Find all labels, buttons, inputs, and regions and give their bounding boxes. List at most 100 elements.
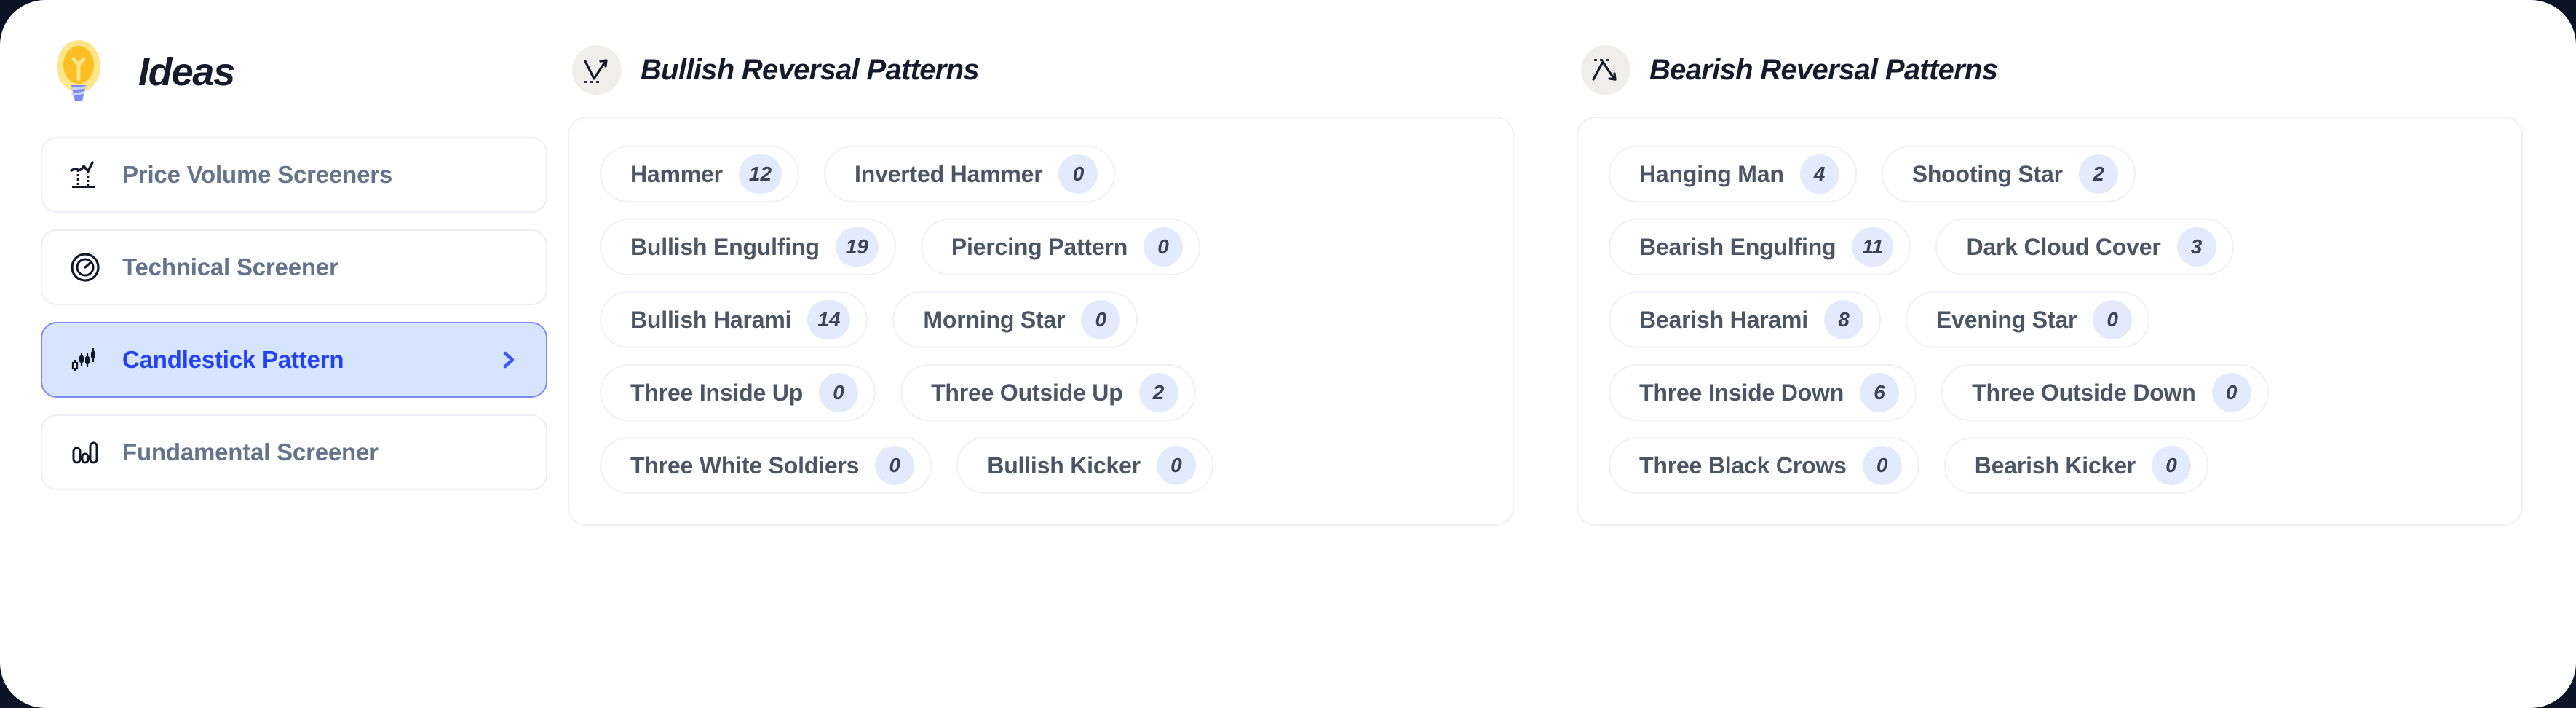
brand: Ideas [35,25,568,112]
sidebar-item-technical-screener[interactable]: Technical Screener [41,229,547,305]
bearish-column-title: Bearish Reversal Patterns [1649,53,1998,86]
sidebar-item-candlestick-pattern[interactable]: Candlestick Pattern [41,322,547,398]
trend-up-reversal-icon [572,45,622,95]
sidebar-item-price-volume-screeners[interactable]: Price Volume Screeners [41,137,547,213]
bearish-column-header: Bearish Reversal Patterns [1577,39,2523,101]
pattern-chip-bearish-engulfing[interactable]: Bearish Engulfing 11 [1609,219,1911,275]
chip-row: Bullish Engulfing 19 Piercing Pattern 0 [600,219,1482,275]
app-root: Ideas Price Volume Screeners Technical S… [0,0,2576,708]
chip-label: Piercing Pattern [951,233,1128,260]
chip-label: Three Outside Up [931,379,1123,406]
candlestick-icon [68,343,102,377]
pattern-chip-evening-star[interactable]: Evening Star 0 [1905,291,2150,348]
chip-count-badge: 12 [738,154,782,194]
chip-row: Three Inside Down 6 Three Outside Down 0 [1609,364,2491,421]
sidebar-item-label: Fundamental Screener [122,438,379,465]
chip-row: Hammer 12 Inverted Hammer 0 [600,146,1482,202]
pattern-chip-hammer[interactable]: Hammer 12 [600,146,800,202]
chip-label: Bearish Kicker [1974,452,2136,479]
pattern-chip-piercing-pattern[interactable]: Piercing Pattern 0 [920,219,1201,275]
price-volume-chart-icon [68,158,102,192]
pattern-chip-inverted-hammer[interactable]: Inverted Hammer 0 [824,146,1116,202]
chip-row: Three Black Crows 0 Bearish Kicker 0 [1609,437,2491,494]
chip-label: Three Inside Down [1639,379,1844,406]
chip-count-badge: 0 [819,373,859,412]
chip-label: Hanging Man [1639,160,1784,187]
chip-label: Hammer [630,160,723,187]
chip-count-badge: 0 [1058,154,1098,194]
chip-label: Inverted Hammer [855,160,1043,187]
chip-label: Morning Star [923,306,1066,333]
pattern-chip-shooting-star[interactable]: Shooting Star 2 [1881,146,2136,202]
chevron-right-icon[interactable] [498,349,520,371]
page-title: Ideas [138,50,235,94]
pattern-chip-bullish-engulfing[interactable]: Bullish Engulfing 19 [600,219,896,275]
pattern-chip-three-inside-up[interactable]: Three Inside Up 0 [600,364,876,421]
chip-count-badge: 0 [2093,300,2133,339]
pattern-columns: Bullish Reversal Patterns Hammer 12 Inve… [568,25,2547,526]
chip-count-badge: 8 [1823,300,1863,339]
sidebar-item-label: Candlestick Pattern [122,346,344,373]
chip-label: Bullish Harami [630,306,792,333]
chip-label: Evening Star [1935,306,2077,333]
chip-count-badge: 0 [1081,300,1121,339]
bullish-pattern-card: Hammer 12 Inverted Hammer 0 Bullish Engu… [568,117,1514,526]
chip-label: Bullish Engulfing [630,233,820,260]
bullish-column-header: Bullish Reversal Patterns [568,39,1514,101]
pattern-chip-dark-cloud-cover[interactable]: Dark Cloud Cover 3 [1935,219,2234,275]
sidebar: Ideas Price Volume Screeners Technical S… [29,25,568,490]
chip-count-badge: 0 [875,446,915,485]
chip-count-badge: 11 [1852,227,1894,267]
chip-row: Bullish Harami 14 Morning Star 0 [600,291,1482,348]
chip-count-badge: 0 [1862,446,1902,485]
chip-label: Bullish Kicker [987,452,1141,479]
sidebar-item-label: Price Volume Screeners [122,161,393,188]
chip-count-badge: 19 [835,227,879,267]
pattern-chip-three-white-soldiers[interactable]: Three White Soldiers 0 [600,437,932,494]
chip-row: Hanging Man 4 Shooting Star 2 [1609,146,2491,202]
pattern-chip-three-black-crows[interactable]: Three Black Crows 0 [1609,437,1919,494]
pattern-chip-bullish-harami[interactable]: Bullish Harami 14 [600,291,868,348]
chip-label: Three Outside Down [1972,379,2196,406]
pattern-chip-three-inside-down[interactable]: Three Inside Down 6 [1609,364,1917,421]
chip-count-badge: 6 [1860,373,1900,412]
chip-count-badge: 0 [2152,446,2192,485]
chip-count-badge: 0 [1156,446,1196,485]
bullish-column-title: Bullish Reversal Patterns [641,53,980,86]
pattern-chip-three-outside-down[interactable]: Three Outside Down 0 [1941,364,2269,421]
bearish-pattern-card: Hanging Man 4 Shooting Star 2 Bearish En… [1577,117,2523,526]
chip-count-badge: 4 [1799,154,1839,194]
bearish-reversal-column: Bearish Reversal Patterns Hanging Man 4 … [1577,39,2523,526]
chip-label: Shooting Star [1911,160,2063,187]
chip-count-badge: 2 [2078,154,2118,194]
page-layout: Ideas Price Volume Screeners Technical S… [0,0,2576,708]
bar-chart-icon [68,436,102,469]
sidebar-item-fundamental-screener[interactable]: Fundamental Screener [41,414,547,490]
bullish-reversal-column: Bullish Reversal Patterns Hammer 12 Inve… [568,39,1514,526]
lightbulb-icon [57,40,100,101]
pattern-chip-bearish-kicker[interactable]: Bearish Kicker 0 [1943,437,2209,494]
trend-down-reversal-icon [1581,45,1630,95]
pattern-chip-hanging-man[interactable]: Hanging Man 4 [1609,146,1857,202]
chip-label: Bearish Harami [1639,306,1808,333]
chip-label: Dark Cloud Cover [1966,233,2161,260]
gauge-icon [68,251,102,284]
chip-label: Three Inside Up [630,379,804,406]
pattern-chip-bullish-kicker[interactable]: Bullish Kicker 0 [956,437,1213,494]
pattern-chip-morning-star[interactable]: Morning Star 0 [892,291,1138,348]
chip-count-badge: 14 [807,300,851,339]
chip-count-badge: 0 [2211,373,2251,412]
chip-label: Three Black Crows [1639,452,1847,479]
sidebar-nav: Price Volume Screeners Technical Screene… [35,137,568,490]
chip-row: Bearish Engulfing 11 Dark Cloud Cover 3 [1609,219,2491,275]
chip-label: Three White Soldiers [630,452,860,479]
chip-row: Three White Soldiers 0 Bullish Kicker 0 [600,437,1482,494]
chip-row: Three Inside Up 0 Three Outside Up 2 [600,364,1482,421]
pattern-chip-three-outside-up[interactable]: Three Outside Up 2 [900,364,1196,421]
pattern-chip-bearish-harami[interactable]: Bearish Harami 8 [1609,291,1881,348]
sidebar-item-label: Technical Screener [122,253,338,280]
chip-count-badge: 3 [2176,227,2216,267]
chip-count-badge: 0 [1144,227,1184,267]
chip-row: Bearish Harami 8 Evening Star 0 [1609,291,2491,348]
chip-label: Bearish Engulfing [1639,233,1836,260]
